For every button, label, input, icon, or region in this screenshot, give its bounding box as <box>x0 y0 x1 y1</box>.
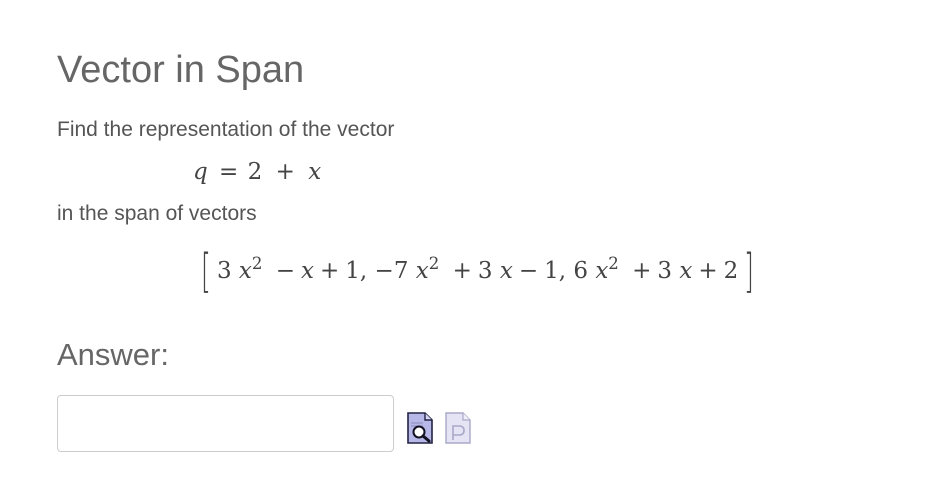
v2-x: x <box>499 258 513 284</box>
v2-var: x <box>415 258 429 284</box>
preview-magnifier-icon[interactable] <box>406 411 434 445</box>
v1-var: x <box>238 258 252 284</box>
vector-q-plus: + <box>275 159 295 185</box>
v2-coef-x: 3 <box>477 258 493 284</box>
v1-x: x <box>301 258 314 284</box>
v3-op-1: + <box>632 258 652 284</box>
v1-coef: 3 <box>216 258 232 284</box>
v1-const: 1, <box>345 258 368 284</box>
v3-coef-x: 3 <box>657 258 673 284</box>
vector-q-lhs: q <box>193 159 208 185</box>
v1-op-1: − <box>275 258 296 284</box>
problem-title: Vector in Span <box>57 49 305 91</box>
vector-q-equals: = <box>219 159 239 185</box>
span-vector-1: 3 x2 − x +1, <box>216 255 375 284</box>
v3-coef: 6 <box>573 258 588 284</box>
span-close-bracket: ] <box>744 244 755 298</box>
prompt-span-text: in the span of vectors <box>57 202 257 225</box>
v3-exp: 2 <box>608 253 619 273</box>
pgml-help-icon[interactable] <box>444 411 472 445</box>
v3-op-2: + <box>698 258 718 284</box>
v3-var: x <box>595 258 609 284</box>
span-vector-2: −7 x2 +3 x −1, <box>374 255 574 284</box>
span-open-bracket: [ <box>201 244 211 298</box>
v2-const: 1, <box>544 258 567 284</box>
v2-op-2: − <box>518 258 539 284</box>
answer-label: Answer: <box>57 337 169 372</box>
vector-q-term-x: x <box>308 159 322 185</box>
vector-q-equation: q = 2 + x <box>193 156 321 188</box>
vector-q-term-const: 2 <box>247 159 263 185</box>
span-vector-3: 6 x2 +3 x +2 <box>573 255 739 284</box>
span-vectors-body: 3 x2 − x +1, −7 x2 +3 x −1, 6 x2 +3 x +2 <box>215 250 740 292</box>
v2-op-1: + <box>452 258 472 284</box>
v1-op-2: + <box>320 258 340 284</box>
span-vectors-expression: [ 3 x2 − x +1, −7 x2 +3 x −1, 6 x2 +3 x +2 ] <box>197 246 758 296</box>
v2-exp: 2 <box>428 253 440 273</box>
answer-input[interactable] <box>57 395 394 452</box>
v2-coef: −7 <box>374 258 409 284</box>
v3-x: x <box>679 258 693 284</box>
v1-exp: 2 <box>251 253 263 273</box>
v3-const: 2 <box>723 258 739 284</box>
prompt-find-text: Find the representation of the vector <box>57 118 395 141</box>
